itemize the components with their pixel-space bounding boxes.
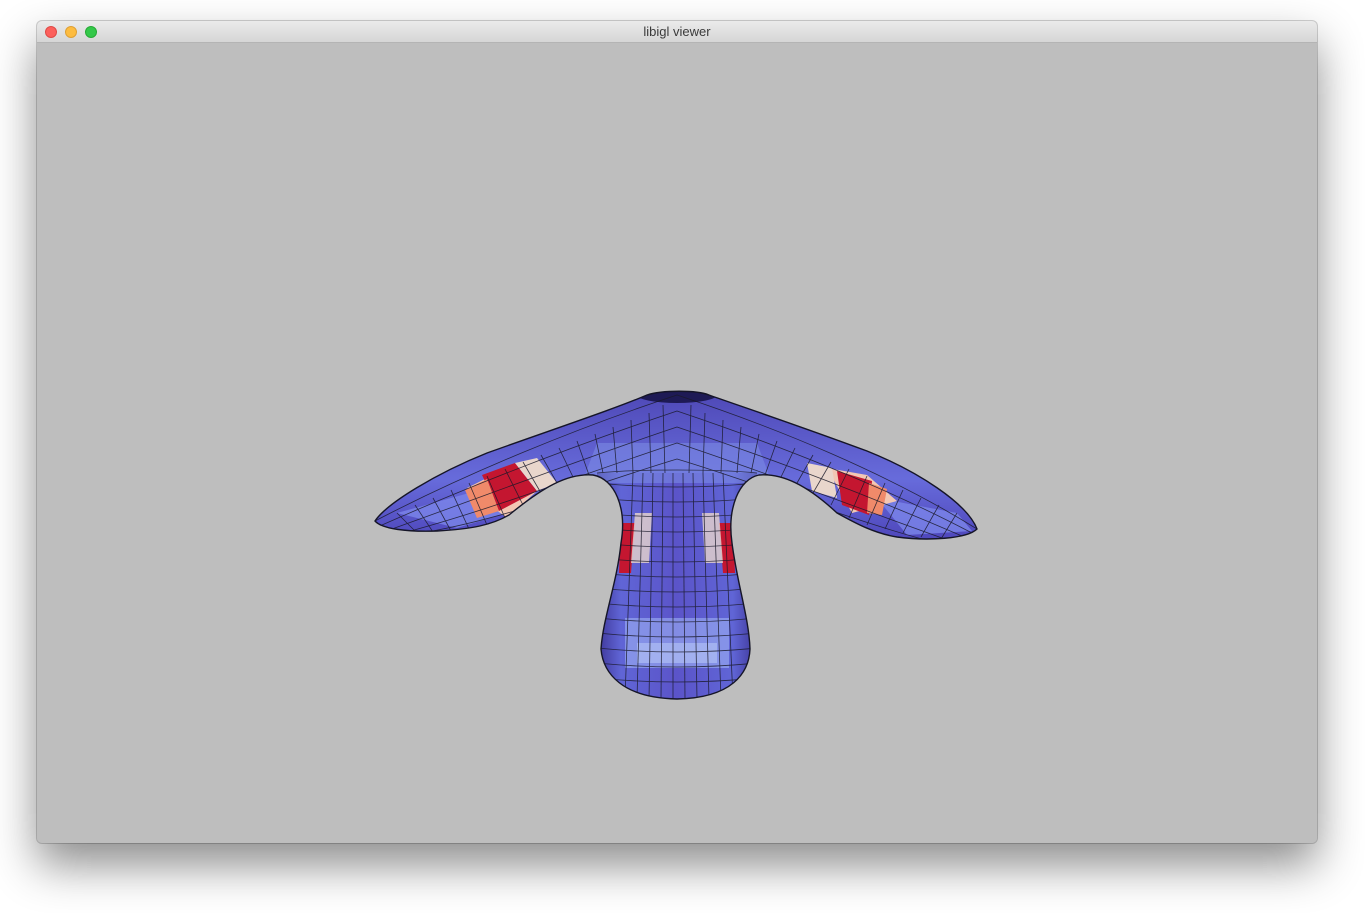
window-title: libigl viewer [643,24,711,39]
title-bar[interactable]: libigl viewer [37,21,1317,43]
3d-viewport[interactable] [37,43,1317,843]
app-window: libigl viewer [37,21,1317,843]
mesh-render[interactable] [37,43,1317,843]
